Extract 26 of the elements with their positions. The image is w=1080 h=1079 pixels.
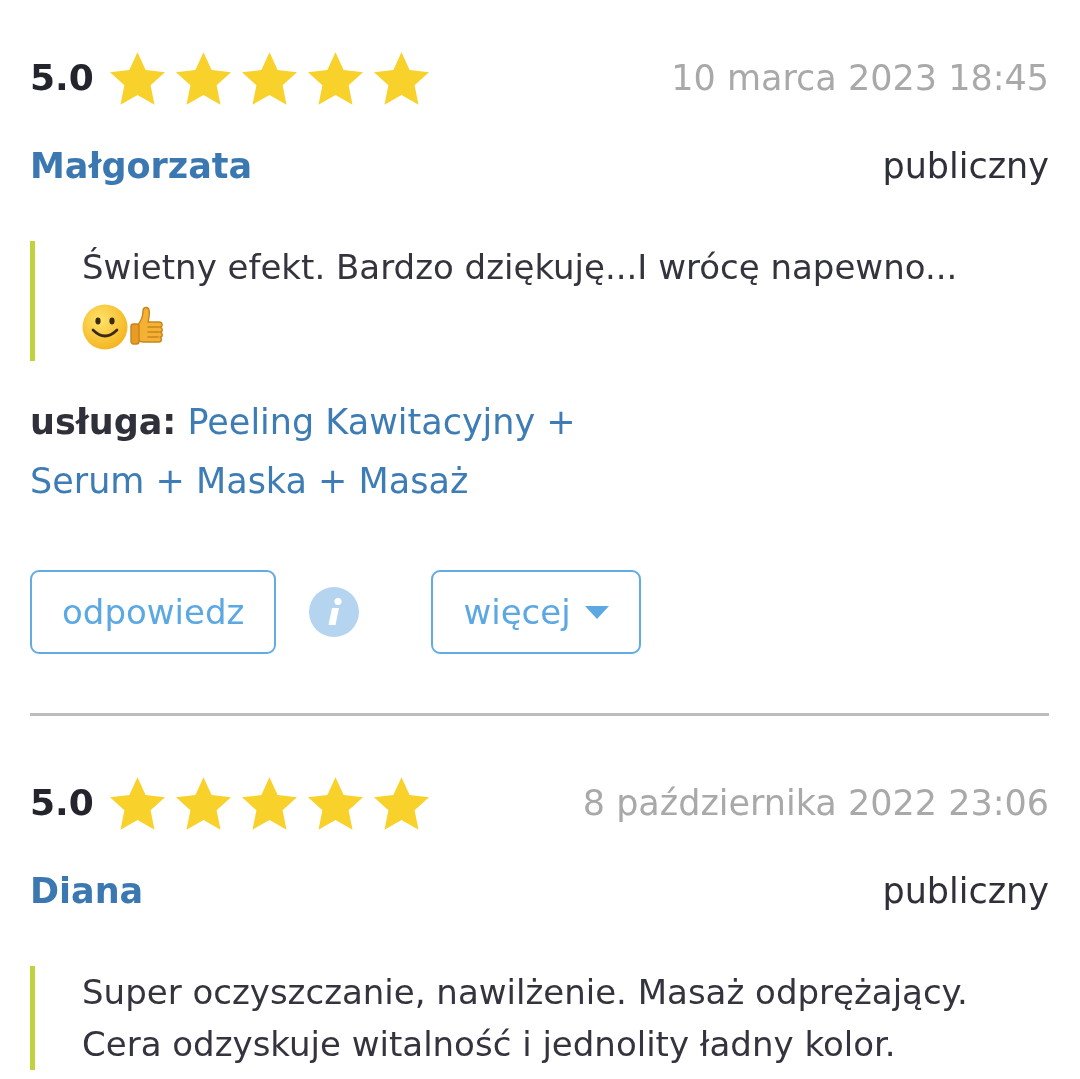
star-icon [241, 776, 297, 830]
review-date: 8 października 2022 23:06 [582, 782, 1049, 824]
rating-score: 5.0 [30, 56, 94, 100]
service-text: usługa: Peeling Kawitacyjny + Serum + Maska + Masaż [30, 401, 577, 503]
star-icon [109, 51, 165, 105]
star-icon [373, 51, 429, 105]
star-icon [373, 776, 429, 830]
review-text: Super oczyszczanie, nawilżenie. Masaż odprężający. Cera odzyskuje witalność i jednolity ładny kolor. [82, 971, 969, 1066]
star-icon [175, 51, 231, 105]
star-icon [307, 51, 363, 105]
star-icon [175, 776, 231, 830]
info-icon[interactable] [309, 587, 360, 637]
reply-button[interactable]: odpowiedz [30, 570, 277, 654]
more-button[interactable]: więcej [431, 570, 641, 654]
review-date: 10 marca 2023 18:45 [671, 57, 1049, 99]
star-icon [109, 776, 165, 830]
author-name[interactable]: Diana [30, 870, 144, 912]
star-icon [241, 51, 297, 105]
review-text: Świetny efekt. Bardzo dziękuję...I wrócę napewno... [82, 246, 959, 289]
rating-score: 5.0 [30, 781, 94, 825]
visibility-label: publiczny [882, 145, 1049, 187]
star-icon [307, 776, 363, 830]
caret-icon [584, 605, 609, 619]
smiley-icon [82, 304, 128, 350]
author-name[interactable]: Małgorzata [30, 145, 253, 187]
visibility-label: publiczny [882, 870, 1049, 912]
